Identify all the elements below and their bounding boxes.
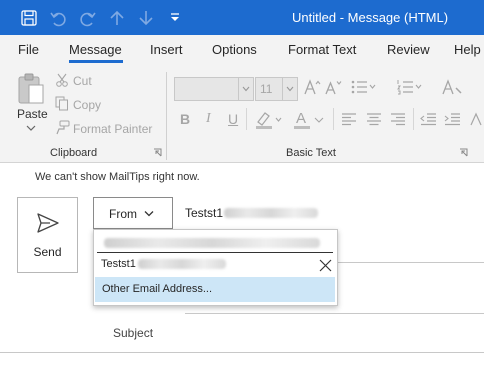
shrink-font-icon[interactable] [324, 78, 342, 96]
redacted-email [224, 208, 318, 218]
window-title: Untitled - Message (HTML) [292, 10, 449, 25]
dialog-launcher-icon[interactable] [459, 148, 468, 157]
save-icon[interactable] [19, 8, 39, 28]
font-name-combo[interactable] [174, 77, 254, 101]
clipboard-group-label: Clipboard [50, 147, 98, 159]
cut-label[interactable]: Cut [73, 74, 92, 88]
separator [413, 108, 414, 130]
clear-formatting-icon[interactable] [468, 112, 484, 126]
paste-label[interactable]: Paste [17, 107, 48, 121]
align-right-icon[interactable] [390, 112, 406, 126]
tab-help[interactable]: Help [454, 42, 481, 57]
bold-button[interactable]: B [180, 111, 190, 127]
italic-button[interactable]: I [206, 111, 211, 127]
tab-insert[interactable]: Insert [150, 42, 183, 57]
highlight-icon[interactable] [254, 110, 284, 130]
font-name-dropdown-arrow[interactable] [238, 78, 253, 100]
copy-label[interactable]: Copy [73, 98, 101, 112]
font-size-dropdown-arrow[interactable] [282, 78, 297, 100]
separator [333, 108, 334, 130]
separator [246, 108, 247, 130]
selected-account-text: Testst1 [101, 258, 136, 270]
tab-format-text[interactable]: Format Text [288, 42, 356, 57]
arrow-up-icon[interactable] [107, 8, 127, 28]
paste-icon[interactable] [16, 72, 46, 106]
bullets-icon[interactable] [350, 78, 376, 96]
decrease-indent-icon[interactable] [420, 112, 437, 126]
title-bar: Untitled - Message (HTML) [0, 0, 484, 35]
subject-label: Subject [113, 326, 154, 340]
tab-options[interactable]: Options [212, 42, 257, 57]
tab-review[interactable]: Review [387, 42, 430, 57]
send-button[interactable]: Send [17, 197, 78, 273]
redo-icon[interactable] [78, 8, 98, 28]
font-color-swatch [294, 126, 310, 129]
redacted-account[interactable] [104, 238, 320, 248]
from-account-dropdown: Testst1 Other Email Address... [93, 229, 338, 306]
numbering-icon[interactable] [396, 78, 422, 96]
underline-button[interactable]: U [228, 111, 238, 127]
close-icon[interactable] [319, 259, 332, 272]
group-separator [166, 72, 167, 160]
grow-font-icon[interactable] [303, 78, 321, 96]
selected-account-row[interactable]: Testst1 [97, 252, 333, 278]
align-center-icon[interactable] [366, 112, 382, 126]
font-size-value: 11 [260, 82, 273, 96]
align-left-icon[interactable] [341, 112, 357, 126]
basic-text-group-label: Basic Text [286, 147, 336, 159]
send-icon [37, 213, 59, 233]
cc-line-divider [185, 313, 484, 314]
font-color-letter[interactable]: A [296, 110, 306, 127]
chevron-down-icon [286, 86, 294, 92]
redacted-email [138, 259, 226, 269]
from-address-value: Testst1 [185, 206, 224, 220]
mailtips-notice: We can't show MailTips right now. [35, 171, 200, 183]
cut-icon[interactable] [55, 73, 69, 87]
customize-toolbar-icon[interactable] [165, 8, 185, 28]
subject-line-divider [0, 352, 484, 353]
from-button[interactable]: From [93, 197, 173, 229]
styles-icon[interactable] [441, 78, 463, 96]
chevron-down-icon [144, 211, 154, 217]
tab-message[interactable]: Message [69, 42, 122, 57]
from-label: From [109, 207, 137, 221]
send-label: Send [33, 245, 62, 259]
copy-icon[interactable] [55, 96, 69, 111]
increase-indent-icon[interactable] [444, 112, 461, 126]
format-painter-label[interactable]: Format Painter [73, 122, 152, 136]
chevron-down-icon[interactable] [314, 116, 324, 124]
font-size-combo[interactable]: 11 [255, 77, 298, 101]
other-email-address-item[interactable]: Other Email Address... [95, 277, 335, 302]
arrow-down-icon[interactable] [136, 8, 156, 28]
active-tab-indicator [69, 60, 123, 63]
other-email-address-label: Other Email Address... [102, 283, 213, 295]
format-painter-icon[interactable] [55, 120, 70, 135]
chevron-down-icon[interactable] [26, 124, 36, 132]
tab-file[interactable]: File [18, 42, 39, 57]
undo-icon[interactable] [48, 8, 68, 28]
dialog-launcher-icon[interactable] [153, 148, 162, 157]
chevron-down-icon [242, 86, 250, 92]
